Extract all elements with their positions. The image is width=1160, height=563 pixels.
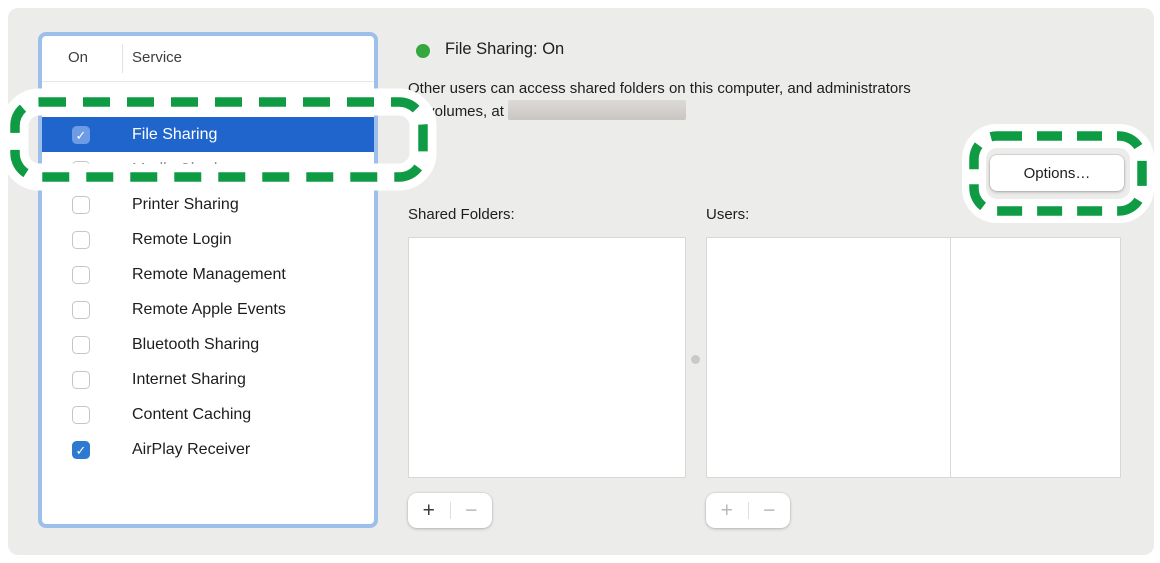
service-row-internet-sharing[interactable]: Internet Sharing [42,362,374,397]
shared-folders-add-remove: + − [408,493,492,528]
users-add-remove: + − [706,493,790,528]
checkbox-bluetooth-sharing[interactable] [72,336,90,354]
add-user-button[interactable]: + [706,493,748,528]
splitter-handle[interactable] [691,355,700,364]
column-header-on: On [68,49,88,66]
checkbox-internet-sharing[interactable] [72,371,90,389]
service-row-content-caching[interactable]: Content Caching [42,397,374,432]
service-row-remote-login[interactable]: Remote Login [42,222,374,257]
service-label: Screen Sharing [132,91,242,109]
shared-folders-list[interactable] [408,237,686,478]
service-label: Remote Management [132,266,286,284]
service-row-remote-apple-events[interactable]: Remote Apple Events [42,292,374,327]
service-list-header: On Service [42,36,374,82]
service-list-focus-ring: On Service Screen Sharing ✓ File Sharing Me… [38,32,378,528]
service-label: Remote Apple Events [132,301,286,319]
column-divider [122,44,123,73]
users-label: Users: [706,206,749,223]
service-row-remote-management[interactable]: Remote Management [42,257,374,292]
service-label: Remote Login [132,231,232,249]
options-button[interactable]: Options… [990,155,1124,191]
users-list-column-divider [950,238,951,477]
service-row-printer-sharing[interactable]: Printer Sharing [42,187,374,222]
redacted-address [508,100,686,120]
checkbox-printer-sharing[interactable] [72,196,90,214]
service-row-media-sharing[interactable]: Media Sharing [42,152,374,187]
service-list[interactable]: On Service Screen Sharing ✓ File Sharing Me… [42,36,374,524]
remove-user-button[interactable]: − [749,493,791,528]
checkbox-content-caching[interactable] [72,406,90,424]
service-row-file-sharing[interactable]: ✓ File Sharing [42,117,374,152]
service-row-airplay-receiver[interactable]: ✓ AirPlay Receiver [42,432,374,467]
service-row-screen-sharing[interactable]: Screen Sharing [42,82,374,117]
checkbox-remote-apple-events[interactable] [72,301,90,319]
service-list-rows: Screen Sharing ✓ File Sharing Media Sharing… [42,82,374,467]
service-label: Printer Sharing [132,196,239,214]
service-row-bluetooth-sharing[interactable]: Bluetooth Sharing [42,327,374,362]
description-line1: Other users can access shared folders on… [408,80,911,97]
service-label: Internet Sharing [132,371,246,389]
shared-folders-label: Shared Folders: [408,206,515,223]
service-label: Content Caching [132,406,251,424]
checkbox-airplay-receiver[interactable]: ✓ [72,441,90,459]
status-green-dot-icon [416,44,430,58]
checkbox-file-sharing[interactable]: ✓ [72,126,90,144]
service-label: File Sharing [132,126,217,144]
add-shared-folder-button[interactable]: + [408,493,450,528]
description-line2: all volumes, at [408,103,504,120]
checkbox-media-sharing[interactable] [72,161,90,179]
status-title: File Sharing: On [445,40,564,59]
service-label: Media Sharing [132,161,235,179]
service-label: AirPlay Receiver [132,441,250,459]
column-header-service: Service [132,49,182,66]
service-label: Bluetooth Sharing [132,336,259,354]
checkbox-remote-login[interactable] [72,231,90,249]
description-text: Other users can access shared folders on… [408,78,1160,123]
remove-shared-folder-button[interactable]: − [451,493,493,528]
users-list[interactable] [706,237,1121,478]
checkbox-screen-sharing[interactable] [72,91,90,109]
checkbox-remote-management[interactable] [72,266,90,284]
